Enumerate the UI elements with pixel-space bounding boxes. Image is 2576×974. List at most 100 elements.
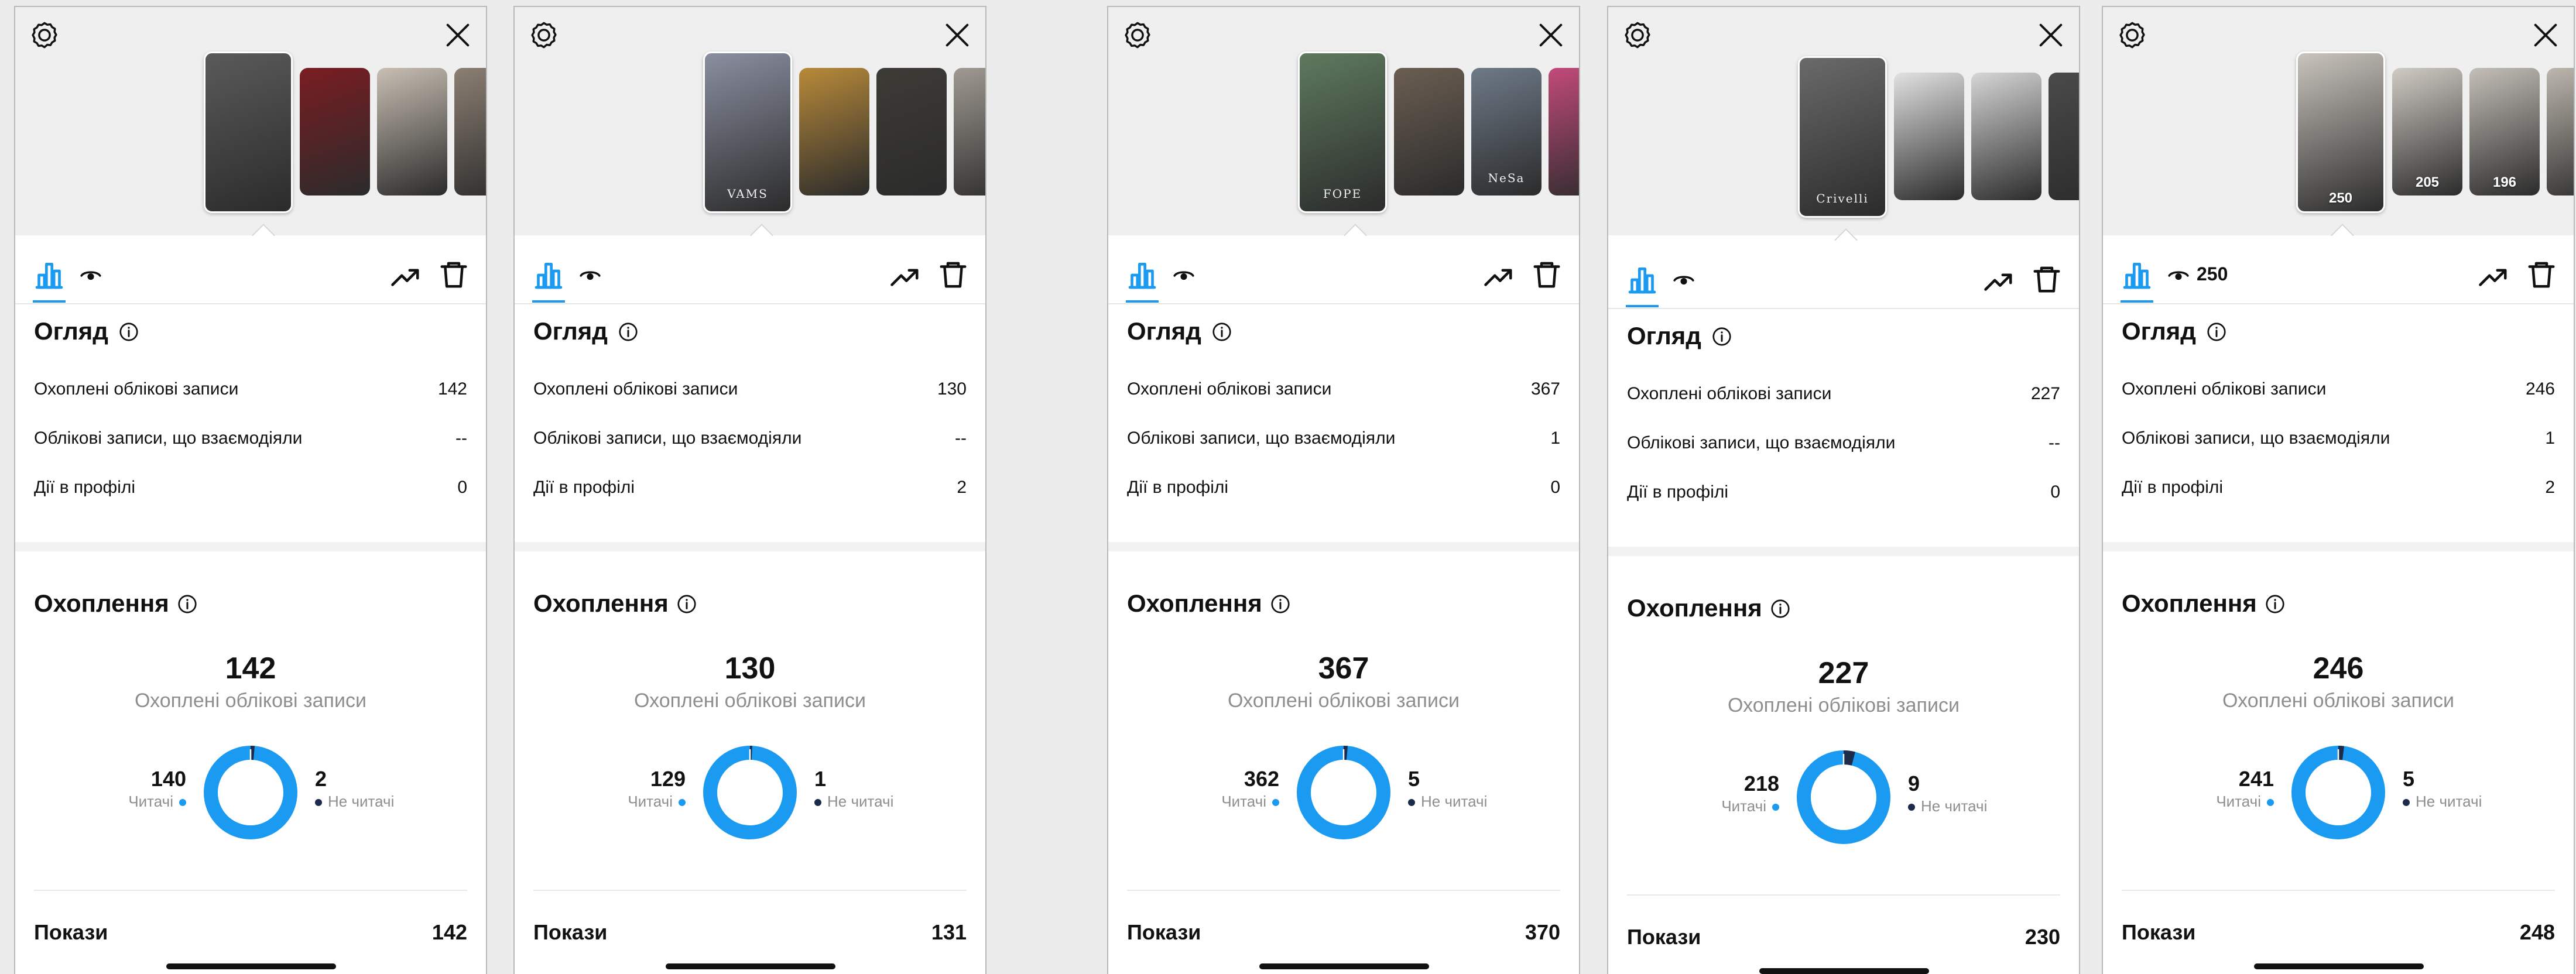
story-thumbnail[interactable] — [1549, 68, 1579, 196]
viewers-eye-icon[interactable] — [1673, 269, 1695, 291]
active-tab-indicator — [33, 300, 66, 303]
story-thumbnail[interactable]: 205 — [2392, 68, 2462, 196]
story-thumbnail[interactable] — [799, 68, 869, 196]
story-thumbnail[interactable] — [1394, 68, 1464, 196]
insights-tab-bar — [1108, 235, 1579, 304]
reach-info-icon[interactable] — [1270, 594, 1291, 615]
non-followers-legend: Не читачі — [315, 793, 394, 811]
overview-info-icon[interactable] — [618, 321, 639, 342]
non-followers-label: Не читачі — [827, 793, 894, 810]
metric-label: Облікові записи, що взаємодіяли — [1627, 433, 1896, 452]
reach-title: Охоплення — [533, 589, 669, 617]
story-thumbnail-selected[interactable]: 250 — [2296, 52, 2385, 213]
overview-info-icon[interactable] — [2206, 321, 2227, 342]
delete-trash-icon[interactable] — [2526, 258, 2557, 291]
settings-gear-icon[interactable] — [29, 20, 60, 50]
close-icon[interactable] — [1536, 20, 1566, 50]
settings-gear-icon[interactable] — [529, 20, 559, 50]
story-insights-panel: Crivelli Огляд Охоплені облікові записи 227… — [1607, 6, 2080, 974]
promote-trend-icon[interactable] — [1983, 266, 2015, 297]
metric-label: Охоплені облікові записи — [2122, 379, 2327, 399]
story-thumbnail[interactable] — [1894, 73, 1964, 200]
impressions-value: 142 — [431, 920, 467, 944]
story-view-count: 196 — [2492, 174, 2517, 190]
insights-chart-icon[interactable] — [1126, 259, 1159, 291]
story-insights-panel: 250 205 196 250 Огляд Охоплені облікові запис… — [2102, 6, 2575, 974]
story-view-count: 205 — [2415, 174, 2440, 190]
profile-activity-row: Дії в профілі 2 — [2122, 478, 2555, 501]
metric-value: 130 — [937, 379, 967, 399]
viewers-eye-icon[interactable] — [579, 265, 601, 287]
story-thumbnail[interactable] — [954, 68, 985, 196]
insights-chart-icon[interactable] — [1626, 263, 1659, 296]
overview-info-icon[interactable] — [1211, 321, 1232, 342]
followers-count: 241 — [2238, 767, 2274, 791]
insights-tab-bar — [1608, 240, 2079, 309]
story-thumbnail-selected[interactable]: FOPE — [1298, 52, 1387, 213]
reach-info-icon[interactable] — [177, 594, 198, 615]
settings-gear-icon[interactable] — [1122, 20, 1153, 50]
active-tab-indicator — [2121, 300, 2153, 303]
home-indicator[interactable] — [2254, 963, 2424, 969]
story-thumbnail[interactable]: NeSa — [1471, 68, 1542, 196]
settings-gear-icon[interactable] — [2117, 20, 2147, 50]
impressions-row: Покази 248 — [2122, 920, 2555, 946]
story-thumbnail-selected[interactable] — [204, 52, 293, 213]
story-thumbnail[interactable] — [1971, 73, 2041, 200]
profile-activity-row: Дії в профілі 0 — [1627, 482, 2060, 506]
promote-trend-icon[interactable] — [889, 261, 921, 293]
reach-total: 227 — [1818, 656, 1869, 690]
close-icon[interactable] — [2036, 20, 2066, 50]
non-followers-count: 1 — [814, 767, 827, 791]
metric-label: Дії в профілі — [2122, 478, 2224, 497]
story-thumbnail[interactable] — [377, 68, 447, 196]
delete-trash-icon[interactable] — [1531, 258, 1563, 291]
close-icon[interactable] — [2530, 20, 2561, 50]
overview-info-icon[interactable] — [118, 321, 139, 342]
promote-trend-icon[interactable] — [1483, 261, 1515, 293]
story-thumbnail[interactable]: 196 — [2469, 68, 2540, 196]
insights-chart-icon[interactable] — [33, 259, 66, 291]
viewers-eye-icon[interactable] — [2167, 265, 2190, 287]
home-indicator[interactable] — [166, 963, 336, 969]
accounts-engaged-row: Облікові записи, що взаємодіяли -- — [533, 428, 967, 452]
story-thumbnail[interactable] — [2049, 73, 2079, 200]
story-thumbnail[interactable] — [2547, 68, 2574, 196]
story-thumbnail[interactable] — [454, 68, 486, 196]
story-thumbnail-selected[interactable]: VAMS — [703, 52, 792, 213]
metric-label: Облікові записи, що взаємодіяли — [1127, 428, 1396, 448]
viewers-count[interactable]: 250 — [2197, 263, 2228, 285]
reach-divider — [533, 890, 967, 891]
followers-legend: Читачі — [628, 793, 686, 811]
delete-trash-icon[interactable] — [2031, 262, 2063, 296]
accounts-reached-row: Охоплені облікові записи 130 — [533, 379, 967, 403]
viewers-eye-icon[interactable] — [80, 265, 102, 287]
overview-info-icon[interactable] — [1711, 326, 1732, 347]
story-strip-header: FOPE NeSa — [1108, 7, 1579, 235]
reach-info-icon[interactable] — [676, 594, 697, 615]
close-icon[interactable] — [942, 20, 972, 50]
home-indicator[interactable] — [1759, 968, 1929, 974]
insights-tab-bar: 250 — [2103, 235, 2574, 304]
close-icon[interactable] — [443, 20, 473, 50]
viewers-eye-icon[interactable] — [1173, 265, 1195, 287]
story-thumbnail[interactable] — [876, 68, 947, 196]
home-indicator[interactable] — [666, 963, 835, 969]
reach-info-icon[interactable] — [2265, 594, 2286, 615]
story-thumbnail-selected[interactable]: Crivelli — [1798, 56, 1887, 218]
non-followers-count: 9 — [1908, 771, 1920, 795]
promote-trend-icon[interactable] — [2478, 261, 2509, 293]
story-strip-header: VAMS — [515, 7, 985, 235]
home-indicator[interactable] — [1259, 963, 1429, 969]
metric-value: 142 — [437, 379, 467, 399]
reach-info-icon[interactable] — [1770, 598, 1791, 619]
promote-trend-icon[interactable] — [390, 261, 422, 293]
delete-trash-icon[interactable] — [438, 258, 470, 291]
story-thumbnail[interactable] — [300, 68, 370, 196]
followers-legend: Читачі — [128, 793, 186, 811]
delete-trash-icon[interactable] — [937, 258, 969, 291]
overview-title: Огляд — [533, 317, 608, 345]
settings-gear-icon[interactable] — [1622, 20, 1653, 50]
insights-chart-icon[interactable] — [532, 259, 565, 291]
insights-chart-icon[interactable] — [2121, 259, 2153, 291]
